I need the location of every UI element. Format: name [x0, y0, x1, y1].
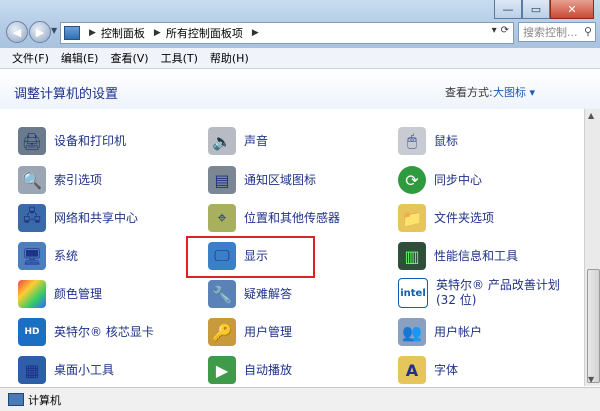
back-button[interactable]: ◀ [6, 21, 28, 43]
maximize-button[interactable]: ▭ [522, 0, 550, 19]
item-sync-center[interactable]: ⟳ 同步中心 [398, 163, 482, 197]
users-icon: 👥 [398, 318, 426, 346]
item-user-management[interactable]: 🔑 用户管理 [208, 315, 292, 349]
computer-icon: 🖥 [18, 242, 46, 270]
font-icon: A [398, 356, 426, 384]
search-icon[interactable]: ⚲ [584, 25, 592, 38]
magnifier-icon: 🔍 [18, 166, 46, 194]
content-header: 调整计算机的设置 查看方式: 大图标 ▾ [0, 69, 600, 109]
item-system[interactable]: 🖥 系统 [18, 239, 78, 273]
item-location-sensors[interactable]: ⌖ 位置和其他传感器 [208, 201, 340, 235]
search-input[interactable]: 搜索控制... ⚲ [518, 22, 596, 42]
item-mouse[interactable]: 🖱 鼠标 [398, 124, 458, 158]
vertical-scrollbar[interactable]: ▲ ▼ [584, 109, 600, 386]
speaker-icon: 🔊 [208, 127, 236, 155]
close-button[interactable]: ✕ [550, 0, 594, 19]
refresh-icon[interactable]: ⟳ [501, 25, 509, 36]
printer-icon: 🖨 [18, 127, 46, 155]
intel-icon: intel [398, 278, 428, 308]
computer-icon [8, 393, 24, 406]
minimize-button[interactable]: — [494, 0, 522, 19]
taskbar-icon: ▤ [208, 166, 236, 194]
item-performance[interactable]: ▥ 性能信息和工具 [398, 239, 518, 273]
menu-edit[interactable]: 编辑(E) [61, 50, 99, 66]
window-controls: — ▭ ✕ [494, 0, 594, 19]
color-icon [18, 280, 46, 308]
item-desktop-gadgets[interactable]: ▦ 桌面小工具 [18, 353, 114, 387]
item-sound[interactable]: 🔊 声音 [208, 124, 268, 158]
menu-bar: 文件(F) 编辑(E) 查看(V) 工具(T) 帮助(H) [0, 48, 600, 69]
scroll-down-icon[interactable]: ▼ [588, 375, 594, 384]
item-devices-printers[interactable]: 🖨 设备和打印机 [18, 124, 126, 158]
menu-help[interactable]: 帮助(H) [210, 50, 249, 66]
page-title: 调整计算机的设置 [14, 87, 119, 102]
view-by-dropdown[interactable]: 大图标 ▾ [493, 84, 535, 100]
status-bar: 计算机 [0, 387, 600, 411]
intel-graphics-icon: HD [18, 318, 46, 346]
status-text: 计算机 [28, 393, 61, 407]
scroll-up-icon[interactable]: ▲ [588, 111, 594, 120]
folder-icon: 📁 [398, 204, 426, 232]
item-troubleshooting[interactable]: 🔧 疑难解答 [208, 277, 292, 311]
item-color-management[interactable]: 颜色管理 [18, 277, 102, 311]
performance-icon: ▥ [398, 242, 426, 270]
window-titlebar: — ▭ ✕ ◀ ▶ ▼ ▶ 控制面板 ▶ 所有控制面板项 ▶ ▾ ⟳ 搜索控制.… [0, 0, 600, 49]
sensor-icon: ⌖ [208, 204, 236, 232]
troubleshoot-icon: 🔧 [208, 280, 236, 308]
gadgets-icon: ▦ [18, 356, 46, 384]
item-network-center[interactable]: 🖧 网络和共享中心 [18, 201, 138, 235]
item-folder-options[interactable]: 📁 文件夹选项 [398, 201, 494, 235]
recent-pages-dropdown[interactable]: ▼ [51, 26, 57, 35]
breadcrumb-control-panel[interactable]: 控制面板 [101, 25, 145, 41]
item-notification-icons[interactable]: ▤ 通知区域图标 [208, 163, 316, 197]
user-key-icon: 🔑 [208, 318, 236, 346]
address-dropdown-icon[interactable]: ▾ [492, 25, 497, 36]
control-panel-icon [64, 26, 80, 40]
address-bar[interactable]: ▶ 控制面板 ▶ 所有控制面板项 ▶ ▾ ⟳ [60, 22, 514, 44]
sync-icon: ⟳ [398, 166, 426, 194]
address-buttons: ▾ ⟳ [492, 25, 509, 36]
item-user-accounts[interactable]: 👥 用户帐户 [398, 315, 482, 349]
display-highlight-box [186, 236, 315, 278]
item-intel-graphics[interactable]: HD 英特尔® 核芯显卡 [18, 315, 154, 349]
view-by-label: 查看方式: [445, 86, 493, 99]
item-intel-improvement[interactable]: intel 英特尔® 产品改善计划 (32 位) [398, 269, 560, 317]
mouse-icon: 🖱 [398, 127, 426, 155]
item-indexing[interactable]: 🔍 索引选项 [18, 163, 102, 197]
breadcrumb-all-items[interactable]: 所有控制面板项 [166, 25, 243, 41]
scroll-thumb[interactable] [587, 269, 600, 383]
menu-file[interactable]: 文件(F) [12, 50, 49, 66]
item-autoplay[interactable]: ▶ 自动播放 [208, 353, 292, 387]
menu-tools[interactable]: 工具(T) [161, 50, 198, 66]
autoplay-icon: ▶ [208, 356, 236, 384]
menu-view[interactable]: 查看(V) [110, 50, 148, 66]
forward-button[interactable]: ▶ [29, 21, 51, 43]
network-icon: 🖧 [18, 204, 46, 232]
item-fonts[interactable]: A 字体 [398, 353, 458, 387]
